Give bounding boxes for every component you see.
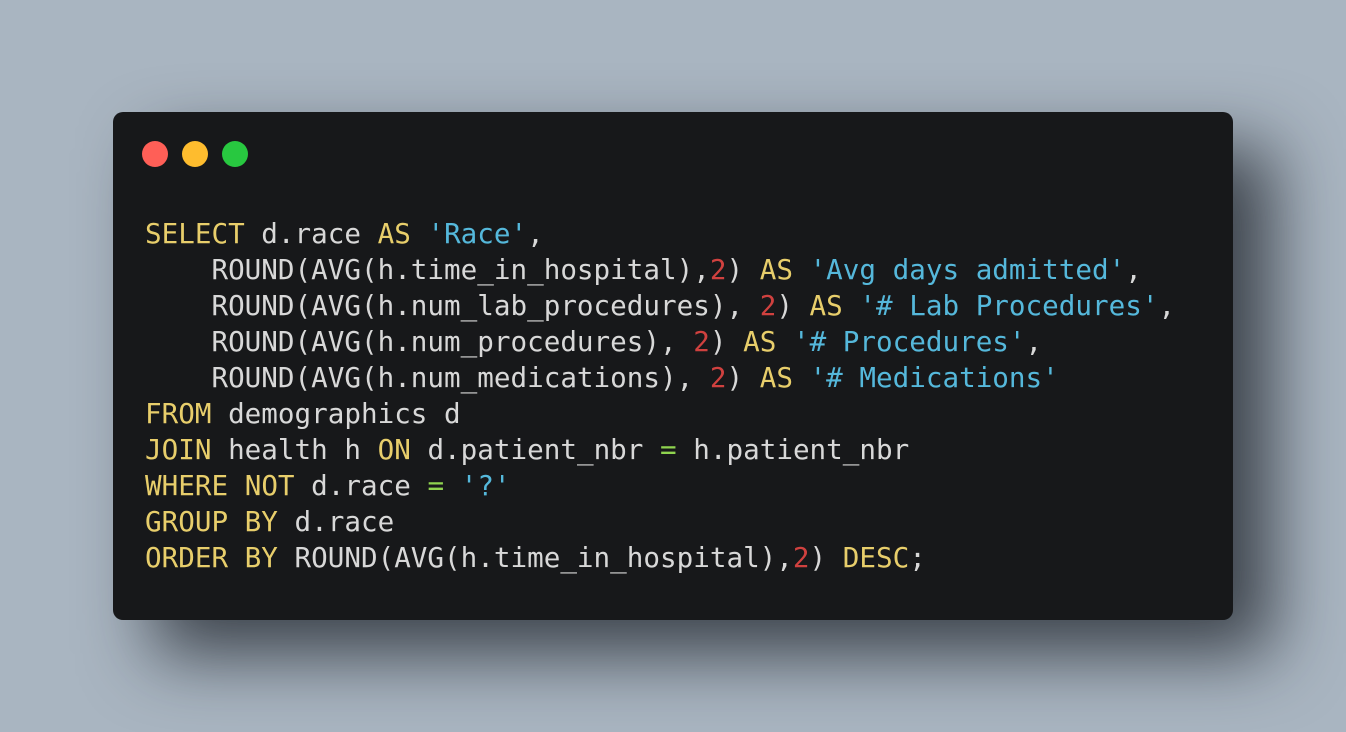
window-controls [142, 141, 248, 167]
identifier-token: ) [709, 325, 744, 358]
code-line: ROUND(AVG(h.num_lab_procedures), 2) AS '… [145, 288, 1175, 324]
minimize-dot-icon[interactable] [182, 141, 208, 167]
keyword-token: AS [759, 361, 793, 394]
identifier-token: d.patient_nbr [410, 433, 661, 466]
code-line: ROUND(AVG(h.num_medications), 2) AS '# M… [145, 360, 1175, 396]
number-token: 2 [792, 541, 810, 574]
identifier-token [228, 469, 245, 502]
identifier-token [793, 361, 810, 394]
code-line: ROUND(AVG(h.time_in_hospital),2) AS 'Avg… [145, 252, 1175, 288]
string-literal-token: 'Avg days admitted' [809, 253, 1126, 286]
string-literal-token: '# Medications' [809, 361, 1059, 394]
keyword-token: GROUP BY [145, 505, 278, 538]
keyword-token: AS [377, 217, 411, 250]
identifier-token: ROUND(AVG(h.num_lab_procedures), [145, 289, 760, 322]
string-literal-token: '# Procedures' [792, 325, 1026, 358]
identifier-token: ) [726, 253, 760, 286]
identifier-token: health h [211, 433, 378, 466]
maximize-dot-icon[interactable] [222, 141, 248, 167]
sql-code-block: SELECT d.race AS 'Race', ROUND(AVG(h.tim… [145, 216, 1175, 576]
code-line: WHERE NOT d.race = '?' [145, 468, 1175, 504]
identifier-token: d.race [277, 505, 395, 538]
identifier-token: ROUND(AVG(h.num_medications), [145, 361, 710, 394]
identifier-token: ROUND(AVG(h.num_procedures), [145, 325, 694, 358]
keyword-token: WHERE [145, 469, 229, 502]
number-token: 2 [709, 361, 727, 394]
code-line: ROUND(AVG(h.num_procedures), 2) AS '# Pr… [145, 324, 1175, 360]
punctuation-token: , [1158, 289, 1176, 322]
string-literal-token: '?' [460, 469, 511, 502]
number-token: 2 [759, 289, 777, 322]
identifier-token: ROUND(AVG(h.time_in_hospital), [145, 253, 710, 286]
punctuation-token: ; [909, 541, 926, 574]
identifier-token [793, 253, 810, 286]
code-line: FROM demographics d [145, 396, 1175, 432]
page-background: { "window": { "buttons": [ {"name": "clo… [0, 0, 1346, 732]
string-literal-token: 'Race' [427, 217, 528, 250]
punctuation-token: , [1025, 325, 1043, 358]
number-token: 2 [709, 253, 727, 286]
keyword-token: SELECT [145, 217, 245, 250]
code-line: ORDER BY ROUND(AVG(h.time_in_hospital),2… [145, 540, 1175, 576]
keyword-token: AS [759, 253, 793, 286]
identifier-token: h.patient_nbr [676, 433, 910, 466]
identifier-token [776, 325, 793, 358]
code-line: GROUP BY d.race [145, 504, 1175, 540]
code-line: JOIN health h ON d.patient_nbr = h.patie… [145, 432, 1175, 468]
identifier-token: d.race [294, 469, 428, 502]
punctuation-token: , [527, 217, 544, 250]
identifier-token [843, 289, 860, 322]
identifier-token [411, 217, 428, 250]
identifier-token: demographics d [211, 397, 461, 430]
identifier-token: ) [776, 289, 810, 322]
number-token: 2 [693, 325, 710, 358]
code-line: SELECT d.race AS 'Race', [145, 216, 1175, 252]
identifier-token [444, 469, 461, 502]
keyword-token: ORDER BY [145, 541, 278, 574]
punctuation-token: , [1125, 253, 1142, 286]
string-literal-token: '# Lab Procedures' [859, 289, 1159, 322]
keyword-token: ON [377, 433, 411, 466]
keyword-token: FROM [145, 397, 212, 430]
identifier-token: ROUND(AVG(h.time_in_hospital), [277, 541, 793, 574]
identifier-token: d.race [244, 217, 378, 250]
keyword-token: JOIN [145, 433, 212, 466]
keyword-token: AS [809, 289, 843, 322]
close-dot-icon[interactable] [142, 141, 168, 167]
identifier-token: ) [726, 361, 760, 394]
code-window: SELECT d.race AS 'Race', ROUND(AVG(h.tim… [113, 112, 1233, 620]
operator-token: = [427, 469, 445, 502]
operator-token: = [660, 433, 677, 466]
keyword-token: AS [743, 325, 777, 358]
keyword-token: NOT [244, 469, 295, 502]
keyword-token: DESC [842, 541, 910, 574]
identifier-token: ) [809, 541, 843, 574]
